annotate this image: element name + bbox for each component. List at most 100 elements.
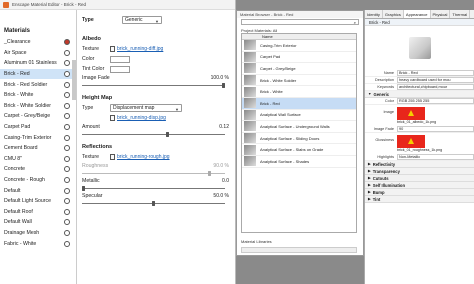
albedo-color-swatch[interactable] [110, 55, 130, 63]
browser-material-item[interactable]: Analytical Surface - Slabs on Grade [242, 144, 356, 156]
browser-material-item[interactable]: Brick - Red [242, 97, 356, 110]
albedo-heading: Albedo [82, 36, 101, 42]
material-color-swatch [64, 60, 70, 67]
material-color-swatch [64, 92, 70, 99]
material-list-item[interactable]: Brick - Red [0, 68, 76, 80]
roughness-slider[interactable] [82, 170, 229, 177]
browser-material-name: Analytical Surface - Sliding Doors [260, 135, 320, 141]
refl-texture-file: brick_running-rough.jpg [117, 154, 170, 160]
material-list-item[interactable]: Casing-Trim Exterior [0, 132, 76, 143]
slider-thumb[interactable] [222, 83, 225, 88]
materials-scrollbar[interactable] [72, 60, 76, 100]
material-list-item[interactable]: Cement Board [0, 143, 76, 154]
browser-material-item[interactable]: Analytical Surface - Shades [242, 156, 356, 168]
material-list-item[interactable]: Default Roof [0, 207, 76, 218]
group-bump[interactable]: ▶ Bump [365, 189, 474, 196]
browser-material-item[interactable]: Casing-Trim Exterior [242, 40, 356, 52]
browser-material-item[interactable]: Brick - White Soldier [242, 75, 356, 87]
browser-material-item[interactable]: Brick - White [242, 86, 356, 98]
browser-material-name: Brick - White [260, 89, 283, 95]
material-name: Carpet - Grey/Beige [4, 113, 51, 120]
tab-identity[interactable]: Identity [365, 10, 383, 18]
material-list-item[interactable]: Default Light Source [0, 196, 76, 207]
glossiness-file[interactable]: brick_01_roughness_1k.png [397, 148, 442, 152]
refl-texture-link[interactable]: brick_running-rough.jpg [110, 154, 170, 160]
slider-thumb[interactable] [208, 171, 211, 176]
collapse-triangle-icon: ▼ [368, 92, 372, 96]
material-list-item[interactable]: Brick - White [0, 90, 76, 101]
material-list-item[interactable]: Default Wall [0, 217, 76, 228]
material-list-item[interactable]: Carpet Pad [0, 122, 76, 133]
image-label: Image [383, 110, 394, 114]
material-list-item[interactable]: Drainage Mesh [0, 228, 76, 239]
tab-thermal[interactable]: Thermal [450, 10, 471, 18]
specular-slider[interactable] [82, 200, 229, 207]
material-list-item[interactable]: Air Space [0, 48, 76, 59]
material-list-item[interactable]: Default [0, 185, 76, 196]
material-thumbnail [244, 133, 256, 144]
height-type-select[interactable]: Displacement map ▼ [110, 104, 182, 112]
group-tint[interactable]: ▶ Tint [365, 196, 474, 203]
color-value[interactable]: RGB 255 255 255 [397, 98, 474, 104]
material-list-item[interactable]: Concrete [0, 164, 76, 175]
tint-color-swatch[interactable] [110, 65, 130, 73]
image-fade-label: Image Fade [373, 127, 394, 131]
tab-graphics[interactable]: Graphics [383, 10, 404, 18]
albedo-color-label: Color [82, 56, 95, 62]
group-cutouts[interactable]: ▶ Cutouts [365, 175, 474, 182]
height-texture-link[interactable]: brick_running-disp.jpg [110, 115, 166, 121]
material-list-item[interactable]: Brick - Red Soldier [0, 79, 76, 90]
material-list-item[interactable]: Carpet - Grey/Beige [0, 111, 76, 122]
material-list-item[interactable]: Brick - White Soldier [0, 101, 76, 112]
material-libraries-label[interactable]: Material Libraries [241, 239, 357, 245]
material-list-item[interactable]: Fabric - White [0, 238, 76, 249]
tab-appearance[interactable]: Appearance [403, 10, 431, 18]
browser-material-item[interactable]: Analytical Wall Surface [242, 109, 356, 122]
browser-material-item[interactable]: Analytical Surface - Sliding Doors [242, 133, 356, 145]
browser-material-name: Analytical Surface - Slabs on Grade [260, 147, 324, 153]
group-generic[interactable]: ▼ Generic [365, 91, 474, 98]
metallic-slider[interactable] [82, 185, 229, 192]
browser-material-name: Analytical Wall Surface [260, 112, 301, 118]
editor-title: Enscape Material Editor - Brick - Red [12, 2, 87, 7]
material-list-item[interactable]: CMU 8" [0, 154, 76, 165]
heightmap-heading: Height Map [82, 95, 113, 101]
warning-icon [408, 110, 414, 116]
amount-slider[interactable] [82, 131, 229, 138]
slider-thumb[interactable] [82, 186, 85, 191]
browser-search-input[interactable]: ⌕ [241, 19, 359, 25]
browser-material-name: Analytical Surface - Shades [260, 158, 310, 164]
image-swatch[interactable] [397, 107, 425, 120]
material-list-item[interactable]: Concrete - Rough [0, 175, 76, 186]
slider-thumb[interactable] [166, 132, 169, 137]
material-thumbnail [244, 109, 256, 120]
tab-physical[interactable]: Physical [431, 10, 451, 18]
type-select[interactable]: Generic ▼ [122, 16, 162, 24]
browser-material-item[interactable]: Analytical Surface - Underground Walls [242, 121, 356, 133]
material-color-swatch [64, 81, 70, 88]
info-value[interactable]: heavy cardboard used for mou [397, 77, 474, 83]
browser-material-item[interactable]: Carpet Pad [242, 51, 356, 64]
expand-triangle-icon: ▶ [368, 176, 371, 180]
image-fade-slider[interactable] [82, 82, 229, 89]
info-value[interactable]: Brick - Red [397, 70, 474, 76]
material-list-item[interactable]: _Clearance [0, 37, 76, 48]
group-self-illumination[interactable]: ▶ Self Illumination [365, 182, 474, 189]
metallic-label: Metallic [82, 178, 100, 184]
material-name: CMU 8" [4, 155, 22, 162]
file-icon [110, 154, 115, 160]
albedo-texture-label: Texture [82, 46, 100, 52]
browser-material-item[interactable]: Carpet - Grey/Beige [242, 63, 356, 75]
group-transparency[interactable]: ▶ Transparency [365, 168, 474, 175]
material-name: Aluminum 01 Stainless [4, 60, 57, 67]
group-reflectivity[interactable]: ▶ Reflectivity [365, 161, 474, 168]
info-value[interactable]: architectural,chipboard,mour [397, 84, 474, 90]
image-file[interactable]: brick_01_albedo_1k.png [397, 120, 436, 124]
albedo-texture-link[interactable]: brick_running-diff.jpg [110, 46, 163, 52]
group-label: Tint [372, 196, 381, 202]
glossiness-swatch[interactable] [397, 135, 425, 148]
material-list-item[interactable]: Aluminum 01 Stainless [0, 58, 76, 69]
image-fade-value[interactable]: 90 [397, 126, 474, 132]
slider-thumb[interactable] [152, 201, 155, 206]
highlights-value[interactable]: Non-Metallic [397, 154, 474, 160]
